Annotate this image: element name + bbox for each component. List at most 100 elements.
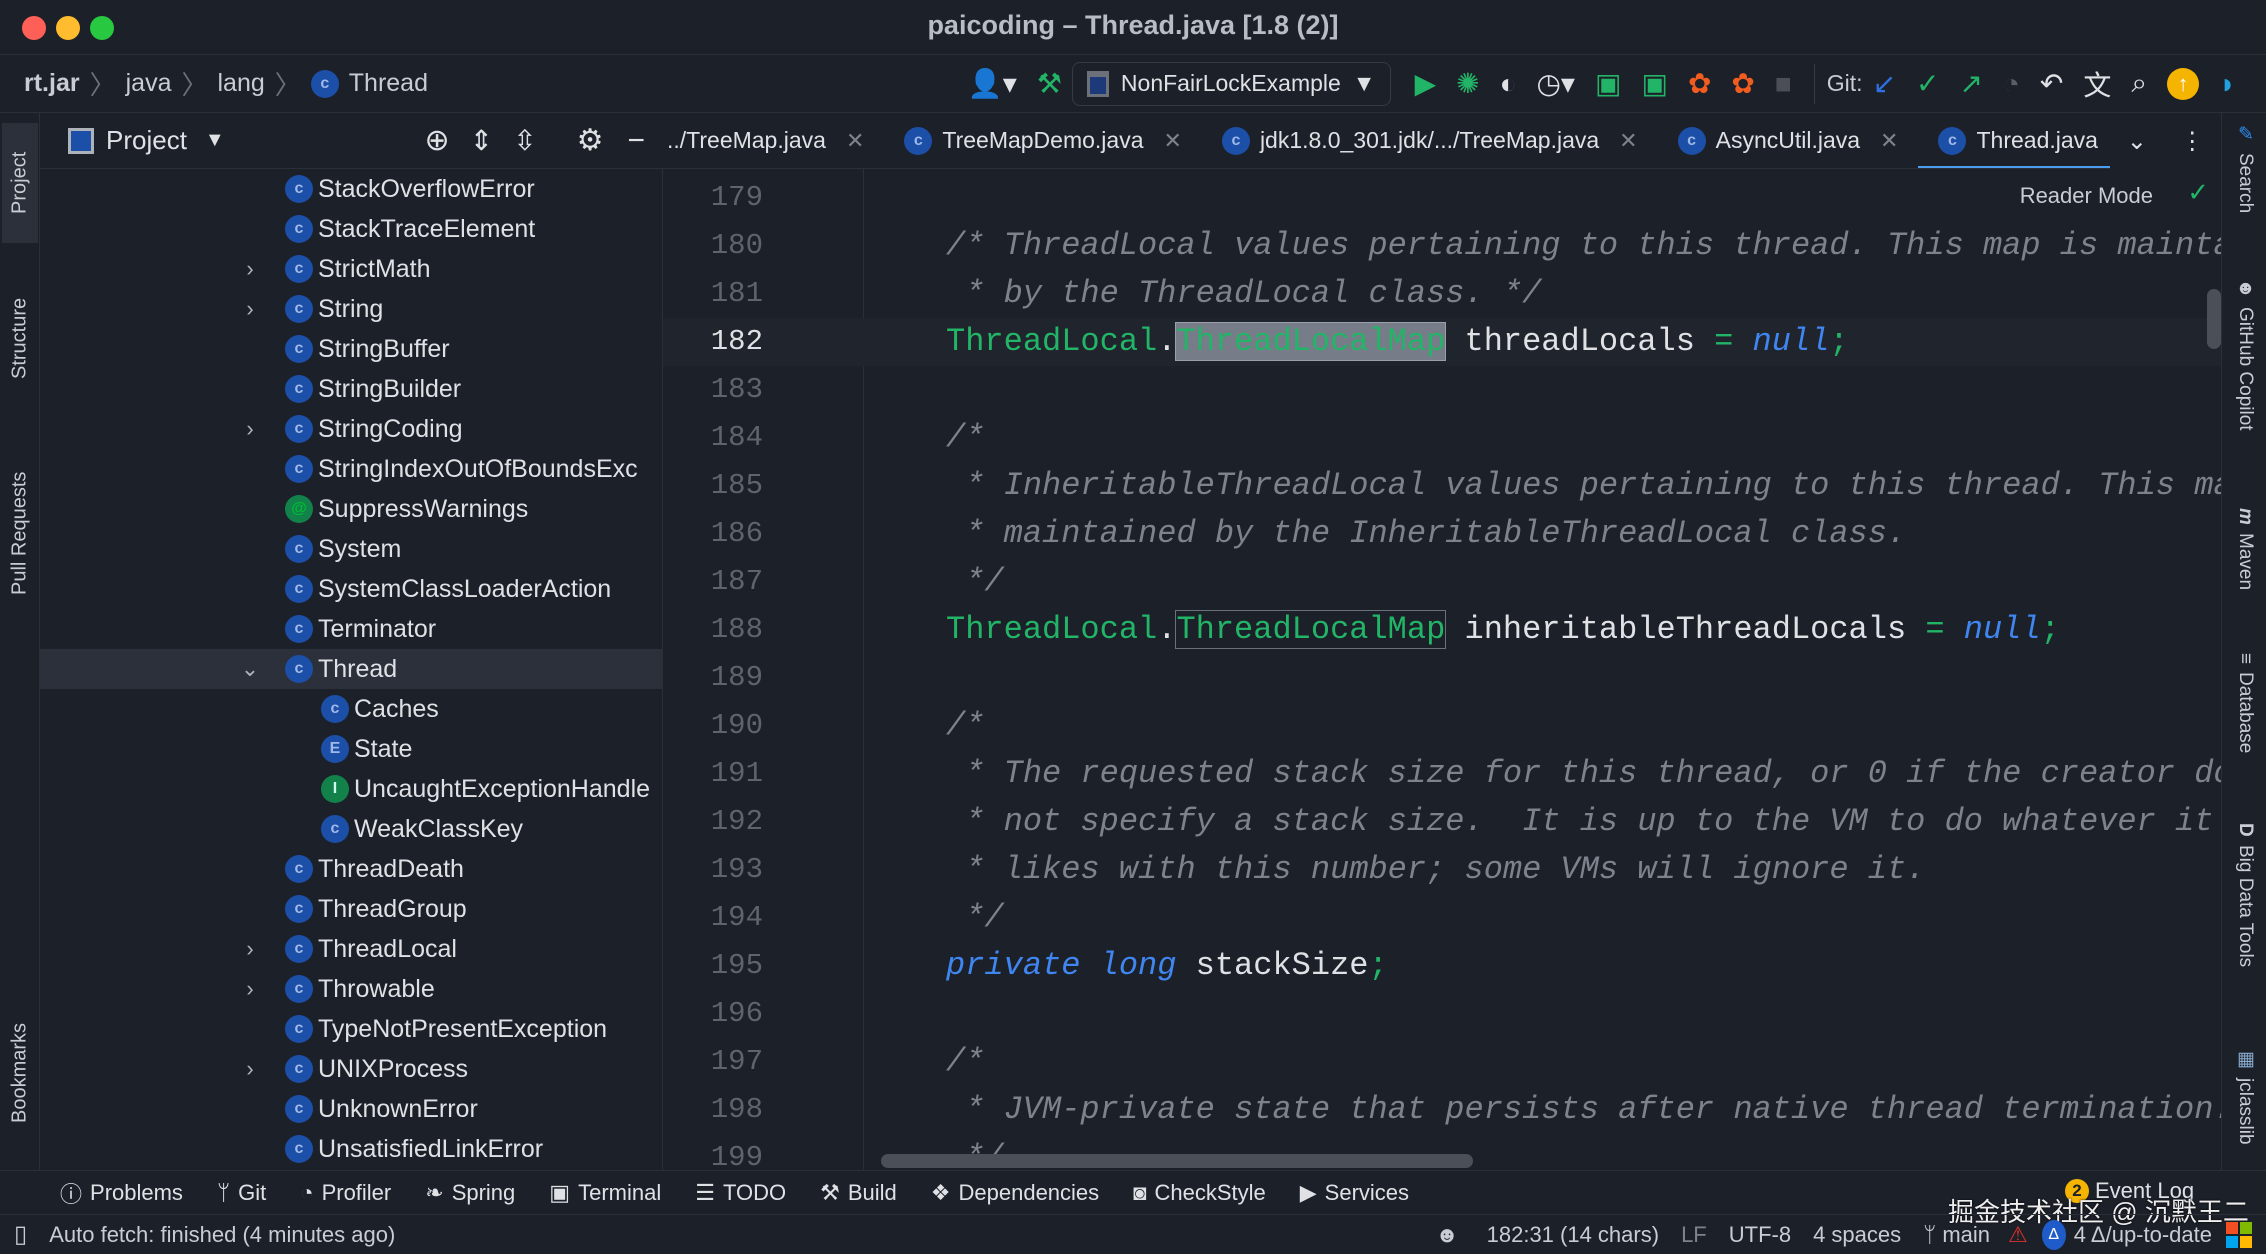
editor-tab[interactable]: cjdk1.8.0_301.jdk/.../TreeMap.java✕ — [1202, 113, 1658, 169]
line-separator[interactable]: LF — [1681, 1222, 1707, 1248]
tree-item[interactable]: ›cString — [40, 289, 663, 329]
tool-window-problems[interactable]: ⓘProblems — [60, 1177, 183, 1209]
chevron-right-icon[interactable]: › — [240, 256, 260, 282]
tree-item[interactable]: cStackTraceElement — [40, 209, 663, 249]
tool-window-spring[interactable]: ❧Spring — [425, 1180, 515, 1206]
search-tool-tab[interactable]: ✎Search — [2226, 123, 2264, 213]
tree-item[interactable]: EState — [40, 729, 663, 769]
toggle-tool-windows-icon[interactable]: ▯ — [14, 1220, 27, 1249]
github-copilot-tool-tab[interactable]: ☻GitHub Copilot — [2226, 278, 2264, 431]
git-commit-icon[interactable]: ✓ — [1916, 67, 1939, 100]
database-tool-tab[interactable]: ≡Database — [2226, 653, 2264, 753]
status-message[interactable]: Auto fetch: finished (4 minutes ago) — [49, 1222, 395, 1248]
debug-tests-icon[interactable]: ▣ — [1641, 67, 1667, 100]
editor-tab[interactable]: cAsyncUtil.java✕ — [1658, 113, 1919, 169]
tree-item[interactable]: cWeakClassKey — [40, 809, 663, 849]
editor-tab[interactable]: cTreeMapDemo.java✕ — [884, 113, 1202, 169]
tree-item[interactable]: ›cStringCoding — [40, 409, 663, 449]
tool-window-todo[interactable]: ☰TODO — [695, 1180, 786, 1206]
tree-item[interactable]: cStringBuffer — [40, 329, 663, 369]
chevron-down-icon[interactable]: ⌄ — [240, 656, 260, 682]
structure-tool-tab[interactable]: Structure — [2, 263, 38, 413]
copilot-status-icon[interactable]: ☻ — [1435, 1222, 1458, 1248]
pull-requests-tool-tab[interactable]: Pull Requests — [2, 433, 38, 633]
close-tab-icon[interactable]: ✕ — [1164, 128, 1182, 154]
code-editor[interactable]: 179180/* ThreadLocal values pertaining t… — [663, 169, 2221, 1170]
vertical-scrollbar[interactable] — [2207, 289, 2221, 349]
breadcrumb-item[interactable]: lang — [218, 69, 265, 98]
jrebel-run-icon[interactable]: ✿ — [1688, 67, 1711, 100]
tree-item[interactable]: cUnknownError — [40, 1089, 663, 1129]
editor-tab[interactable]: ../TreeMap.java✕ — [663, 113, 884, 169]
bookmarks-tool-tab[interactable]: Bookmarks — [2, 993, 38, 1153]
run-tests-icon[interactable]: ▣ — [1595, 67, 1621, 100]
tree-item[interactable]: cTerminator — [40, 609, 663, 649]
chevron-right-icon[interactable]: › — [240, 296, 260, 322]
vcs-status[interactable]: 4 Δ/up-to-date — [2074, 1222, 2212, 1248]
inspection-ok-icon[interactable]: ✓ — [2187, 177, 2209, 208]
chevron-down-icon[interactable]: ⌄ — [2127, 127, 2147, 156]
coverage-icon[interactable]: ◐ — [1500, 68, 1517, 100]
collapse-all-icon[interactable]: ⇳ — [513, 124, 536, 157]
tree-item[interactable]: ›cThrowable — [40, 969, 663, 1009]
chevron-right-icon[interactable]: › — [240, 976, 260, 1002]
tree-item[interactable]: ›cUNIXProcess — [40, 1049, 663, 1089]
run-icon[interactable]: ▶ — [1415, 67, 1437, 100]
chevron-right-icon[interactable]: › — [240, 1056, 260, 1082]
tool-window-profiler[interactable]: ◔Profiler — [300, 1180, 391, 1206]
tool-window-terminal[interactable]: ▣Terminal — [549, 1180, 661, 1206]
translate-icon[interactable]: 文 — [2083, 64, 2111, 104]
tree-item[interactable]: cSystemClassLoaderAction — [40, 569, 663, 609]
tree-item[interactable]: ⌄cThread — [40, 649, 663, 689]
tree-item[interactable]: cTypeNotPresentException — [40, 1009, 663, 1049]
breadcrumb-item[interactable]: Thread — [349, 69, 428, 98]
file-encoding[interactable]: UTF-8 — [1729, 1222, 1791, 1248]
jrebel-debug-icon[interactable]: ✿ — [1731, 67, 1754, 100]
close-tab-icon[interactable]: ✕ — [846, 128, 864, 154]
build-hammer-icon[interactable]: ⚒ — [1037, 67, 1062, 100]
reader-mode-button[interactable]: Reader Mode — [2012, 179, 2161, 213]
debug-bug-icon[interactable]: ✺ — [1456, 67, 1479, 100]
project-tool-tab[interactable]: Project — [2, 123, 38, 243]
error-alert-icon[interactable]: ⚠ — [2008, 1222, 2028, 1248]
expand-all-icon[interactable]: ⇕ — [470, 124, 493, 157]
tree-item[interactable]: cStringBuilder — [40, 369, 663, 409]
breadcrumb-item[interactable]: rt.jar — [24, 69, 80, 98]
run-configuration-select[interactable]: NonFairLockExample ▼ — [1072, 62, 1391, 106]
project-view-select[interactable]: Project — [106, 125, 187, 156]
chevron-right-icon[interactable]: › — [240, 936, 260, 962]
caret-position[interactable]: 182:31 (14 chars) — [1487, 1222, 1659, 1248]
tool-window-dependencies[interactable]: ❖Dependencies — [931, 1180, 1099, 1206]
maven-tool-tab[interactable]: mMaven — [2226, 508, 2264, 590]
search-icon[interactable]: ⌕ — [2131, 67, 2147, 100]
big-data-tools-tool-tab[interactable]: DBig Data Tools — [2226, 823, 2264, 967]
git-update-icon[interactable]: ↙ — [1873, 67, 1896, 100]
user-icon[interactable]: 👤▾ — [968, 67, 1017, 100]
tool-window-services[interactable]: ▶Services — [1300, 1180, 1409, 1206]
profiler-icon[interactable]: ◷▾ — [1537, 67, 1576, 100]
tree-item[interactable]: cUnsatisfiedLinkError — [40, 1129, 663, 1169]
git-history-icon[interactable]: ◔ — [2003, 68, 2020, 100]
tree-item[interactable]: cSystem — [40, 529, 663, 569]
more-options-icon[interactable]: ⋮ — [2180, 127, 2204, 156]
jclasslib-tool-tab[interactable]: ▦jclasslib — [2226, 1048, 2264, 1145]
close-tab-icon[interactable]: ✕ — [1619, 128, 1637, 154]
tree-item[interactable]: ›cThreadLocal — [40, 929, 663, 969]
hide-panel-icon[interactable]: − — [627, 124, 645, 158]
tree-item[interactable]: cCaches — [40, 689, 663, 729]
update-icon[interactable]: ↑ — [2167, 68, 2199, 100]
horizontal-scrollbar[interactable] — [881, 1154, 1473, 1168]
close-tab-icon[interactable]: ✕ — [1880, 128, 1898, 154]
tree-item[interactable]: cThreadGroup — [40, 889, 663, 929]
tree-item[interactable]: @SuppressWarnings — [40, 489, 663, 529]
breadcrumb-item[interactable]: java — [126, 69, 172, 98]
stop-icon[interactable]: ■ — [1775, 68, 1792, 100]
git-push-icon[interactable]: ↗ — [1960, 67, 1983, 100]
tree-item[interactable]: cThreadDeath — [40, 849, 663, 889]
git-branch[interactable]: main — [1942, 1222, 1990, 1248]
tool-window-checkstyle[interactable]: ◙CheckStyle — [1133, 1180, 1266, 1206]
gear-icon[interactable]: ⚙ — [577, 123, 604, 158]
tree-item[interactable]: cStackOverflowError — [40, 169, 663, 209]
locate-icon[interactable]: ⊕ — [424, 123, 449, 158]
chevron-right-icon[interactable]: › — [240, 416, 260, 442]
